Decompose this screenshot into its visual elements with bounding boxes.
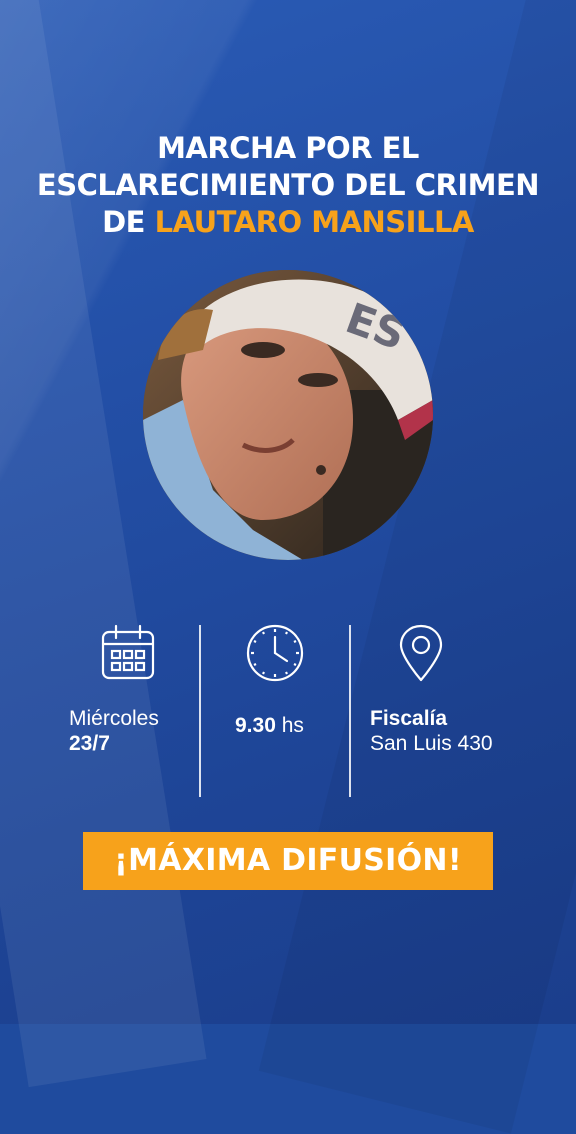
time-block: 9.30 hs bbox=[235, 713, 304, 738]
event-address: San Luis 430 bbox=[370, 732, 493, 755]
clock-icon bbox=[246, 624, 304, 687]
headline: MARCHA POR EL ESCLARECIMIENTO DEL CRIMEN… bbox=[0, 130, 576, 241]
event-date: 23/7 bbox=[69, 732, 110, 755]
victim-photo: ES bbox=[143, 270, 433, 560]
max-diffusion-banner: ¡MÁXIMA DIFUSIÓN! bbox=[83, 832, 493, 890]
calendar-icon bbox=[101, 624, 155, 685]
event-time: 9.30 bbox=[235, 714, 276, 737]
location-pin-icon bbox=[398, 624, 444, 687]
headline-line-2: ESCLARECIMIENTO DEL CRIMEN bbox=[36, 168, 540, 202]
divider-1 bbox=[199, 625, 201, 797]
place-block: Fiscalía San Luis 430 bbox=[370, 706, 493, 756]
headline-line-1: MARCHA POR EL bbox=[157, 131, 419, 165]
headline-line-3: DE LAUTARO MANSILLA bbox=[0, 204, 576, 241]
headline-prefix: DE bbox=[102, 205, 155, 239]
event-place: Fiscalía bbox=[370, 707, 448, 730]
victim-name: LAUTARO MANSILLA bbox=[154, 205, 475, 239]
divider-2 bbox=[349, 625, 351, 797]
date-block: Miércoles 23/7 bbox=[69, 706, 159, 756]
event-day: Miércoles bbox=[69, 707, 159, 730]
event-time-unit: hs bbox=[281, 714, 304, 737]
